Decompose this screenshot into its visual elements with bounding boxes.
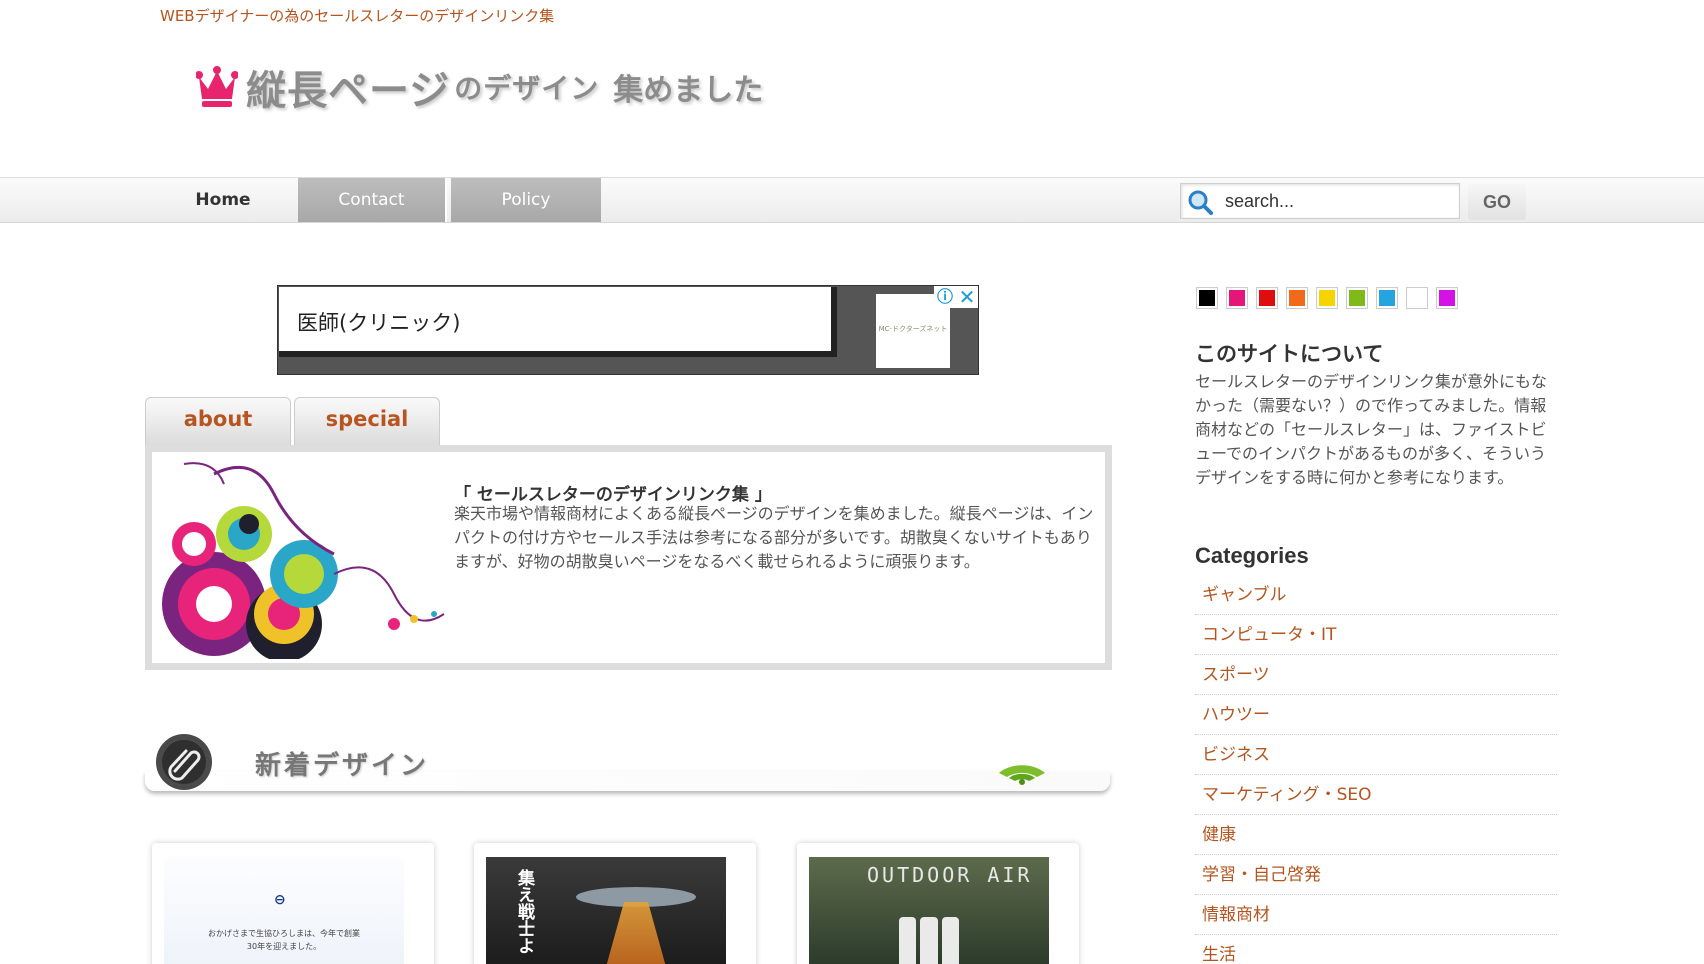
design-thumbnail-image[interactable]: ⊖ おかげさまで生協ひろしまは、今年で創業30年を迎えました。 <box>164 857 404 964</box>
design-thumbnail-card[interactable]: ⊖ おかげさまで生協ひろしまは、今年で創業30年を迎えました。 <box>152 843 434 964</box>
tab-about[interactable]: about <box>145 397 291 445</box>
logo-sub2-text: 集めました <box>613 73 764 108</box>
category-link[interactable]: 健康 <box>1195 815 1557 855</box>
ad-controls: ⓘ ✕ <box>934 286 978 308</box>
sidebar-about-heading: このサイトについて <box>1195 342 1384 366</box>
ad-text[interactable]: 医師(クリニック) <box>297 307 460 337</box>
color-swatch-orange[interactable] <box>1286 287 1308 309</box>
color-swatch-red[interactable] <box>1256 287 1278 309</box>
category-link[interactable]: 情報商材 <box>1195 895 1557 935</box>
ad-text-box[interactable]: 医師(クリニック) <box>279 287 837 357</box>
thumbnail-text: 集え戦士よ <box>514 869 534 954</box>
crown-icon <box>196 66 238 107</box>
color-swatch-green[interactable] <box>1346 287 1368 309</box>
about-body: 楽天市場や情報商材によくある縦長ページのデザインを集めました。縦長ページは、イン… <box>454 504 1094 571</box>
search-box <box>1180 183 1460 219</box>
color-swatch-black[interactable] <box>1196 287 1218 309</box>
ad-banner[interactable]: 医師(クリニック) MC-ドクターズネット ⓘ ✕ <box>277 285 979 375</box>
sidebar-about-text: セールスレターのデザインリンク集が意外にもなかった（需要ない？）ので作ってみまし… <box>1195 372 1548 487</box>
category-link[interactable]: ハウツー <box>1195 695 1557 735</box>
nav-home[interactable]: Home <box>148 178 298 222</box>
bottle-shape <box>899 917 917 964</box>
thumbnail-logo: ⊖ <box>274 892 286 908</box>
category-link[interactable]: 生活 <box>1195 935 1557 964</box>
search-go-button[interactable]: GO <box>1468 184 1526 220</box>
category-link[interactable]: ギャンブル <box>1195 575 1557 615</box>
category-link[interactable]: ビジネス <box>1195 735 1557 775</box>
color-swatch-purple[interactable] <box>1436 287 1458 309</box>
new-designs-header: 新着デザイン <box>145 725 1112 797</box>
color-swatch-pink[interactable] <box>1226 287 1248 309</box>
logo-sub-text: のデザイン <box>454 72 600 105</box>
logo-main-text: 縦長ページ <box>246 67 451 114</box>
design-thumbnail-card[interactable]: OUTDOOR AIR <box>797 843 1079 964</box>
new-designs-title: 新着デザイン <box>255 751 430 781</box>
paperclip-icon <box>156 734 212 790</box>
color-swatch-yellow[interactable] <box>1316 287 1338 309</box>
category-link[interactable]: マーケティング・SEO <box>1195 775 1557 815</box>
site-tagline: WEBデザイナーの為のセールスレターのデザインリンク集 <box>160 7 555 25</box>
about-panel: 「 セールスレターのデザインリンク集 」 楽天市場や情報商材によくある縦長ページ… <box>145 445 1112 670</box>
search-input[interactable] <box>1225 188 1445 214</box>
category-link[interactable]: コンピュータ・IT <box>1195 615 1557 655</box>
nav-contact[interactable]: Contact <box>298 178 447 222</box>
color-swatches <box>1196 287 1458 309</box>
decorative-circles-art <box>162 462 445 659</box>
bottle-shape <box>941 917 959 964</box>
color-swatch-blue[interactable] <box>1376 287 1398 309</box>
search-icon <box>1188 190 1213 215</box>
category-link[interactable]: スポーツ <box>1195 655 1557 695</box>
nav-policy[interactable]: Policy <box>451 178 601 222</box>
design-thumbnail-image[interactable]: OUTDOOR AIR <box>809 857 1049 964</box>
bottles-shape <box>899 917 959 964</box>
about-panel-inner: 「 セールスレターのデザインリンク集 」 楽天市場や情報商材によくある縦長ページ… <box>152 452 1105 663</box>
ufo-beam-shape <box>606 902 666 964</box>
categories-heading: Categories <box>1195 543 1309 568</box>
bottle-shape <box>920 917 938 964</box>
tab-special[interactable]: special <box>294 397 440 445</box>
thumbnail-text: おかげさまで生協ひろしまは、今年で創業30年を迎えました。 <box>208 929 360 951</box>
ad-close-icon[interactable]: ✕ <box>956 286 978 308</box>
rss-feed-icon[interactable] <box>997 745 1047 785</box>
categories-list: ギャンブル コンピュータ・IT スポーツ ハウツー ビジネス マーケティング・S… <box>1195 575 1557 964</box>
thumbnail-text: OUTDOOR AIR <box>867 863 1033 887</box>
design-thumbnail-image[interactable]: 集え戦士よ <box>486 857 726 964</box>
category-link[interactable]: 学習・自己啓発 <box>1195 855 1557 895</box>
site-logo[interactable]: 縦長ページ のデザイン 集めました <box>196 58 763 116</box>
ad-info-icon[interactable]: ⓘ <box>934 286 956 308</box>
color-swatch-white[interactable] <box>1406 287 1428 309</box>
design-thumbnail-card[interactable]: 集え戦士よ <box>474 843 756 964</box>
